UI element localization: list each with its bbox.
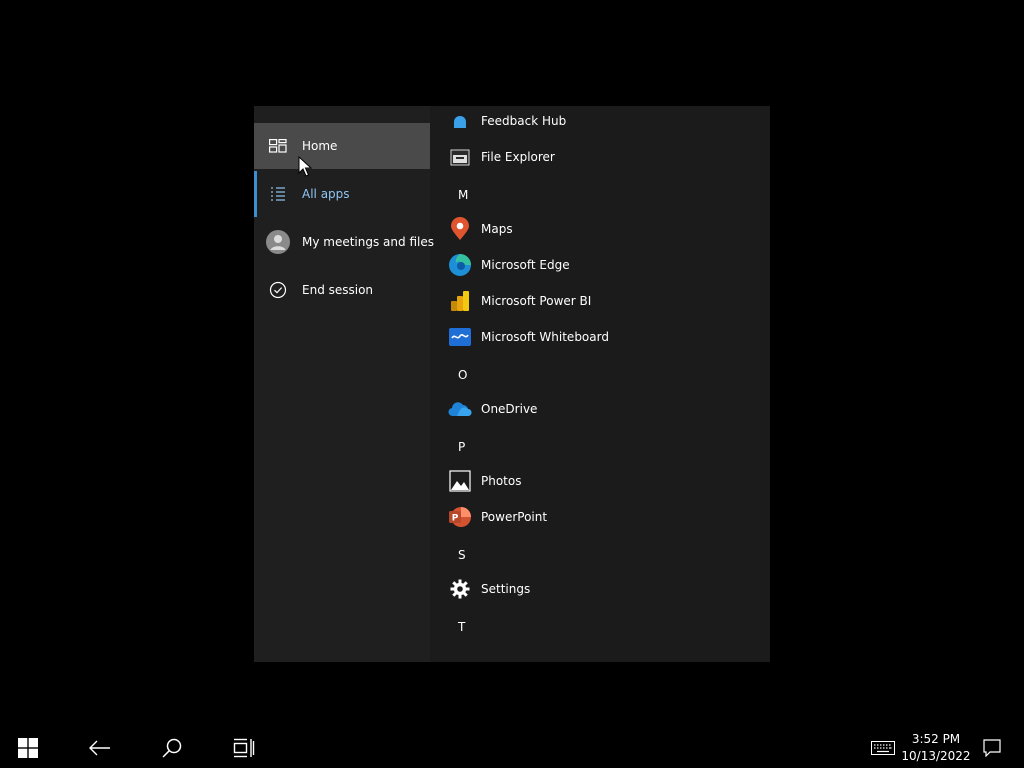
search-icon [162, 738, 182, 758]
home-icon [266, 134, 290, 158]
taskbar-clock[interactable]: 3:52 PM 10/13/2022 [898, 731, 974, 765]
person-icon [266, 230, 290, 254]
app-label: Feedback Hub [481, 114, 567, 128]
nav-label-my-meetings: My meetings and files [302, 235, 434, 249]
app-file-explorer[interactable]: File Explorer [448, 139, 748, 175]
back-arrow-icon [89, 740, 110, 756]
power-bi-icon [448, 289, 472, 313]
app-label: PowerPoint [481, 510, 548, 524]
mouse-cursor-icon [298, 156, 312, 177]
app-label: OneDrive [481, 402, 538, 416]
svg-text:P: P [452, 514, 459, 524]
action-center-button[interactable] [964, 728, 1020, 768]
nav-label-home: Home [302, 139, 338, 153]
clock-time: 3:52 PM [911, 732, 961, 746]
selected-accent-bar [254, 171, 257, 217]
photos-icon [448, 469, 472, 493]
app-feedback-hub[interactable]: Feedback Hub [448, 106, 748, 139]
app-powerpoint[interactable]: P PowerPoint [448, 499, 748, 535]
nav-item-my-meetings[interactable]: My meetings and files [254, 219, 434, 265]
onedrive-icon [448, 397, 472, 421]
app-onedrive[interactable]: OneDrive [448, 391, 748, 427]
app-label: Microsoft Power BI [481, 294, 592, 308]
whiteboard-icon [448, 325, 472, 349]
letter-header-t[interactable]: T [458, 620, 465, 634]
app-label: Settings [481, 582, 531, 596]
nav-item-all-apps[interactable]: All apps [254, 171, 430, 217]
task-view-icon [233, 738, 255, 758]
edge-icon [448, 253, 472, 277]
task-view-button[interactable] [216, 728, 272, 768]
start-nav: Home All apps My meetings and files End … [254, 106, 434, 662]
powerpoint-icon: P [448, 505, 472, 529]
start-panel: Home All apps My meetings and files End … [254, 106, 770, 662]
app-label: File Explorer [481, 150, 555, 164]
letter-header-o[interactable]: O [458, 368, 467, 382]
app-microsoft-whiteboard[interactable]: Microsoft Whiteboard [448, 319, 748, 355]
back-button[interactable] [72, 728, 128, 768]
check-circle-icon [266, 278, 290, 302]
notification-icon [983, 739, 1001, 757]
app-label: Microsoft Edge [481, 258, 570, 272]
app-photos[interactable]: Photos [448, 463, 748, 499]
taskbar: 3:52 PM 10/13/2022 [0, 728, 1024, 768]
nav-item-end-session[interactable]: End session [254, 267, 430, 313]
app-microsoft-edge[interactable]: Microsoft Edge [448, 247, 748, 283]
nav-item-home[interactable]: Home [254, 123, 430, 169]
keyboard-icon [871, 741, 895, 755]
search-button[interactable] [144, 728, 200, 768]
app-settings[interactable]: Settings [448, 571, 748, 607]
app-label: Photos [481, 474, 522, 488]
app-label: Microsoft Whiteboard [481, 330, 609, 344]
nav-label-all-apps: All apps [302, 187, 350, 201]
all-apps-list[interactable]: Feedback Hub File Explorer M Maps Micros… [430, 106, 770, 662]
letter-header-m[interactable]: M [458, 188, 468, 202]
letter-header-p[interactable]: P [458, 440, 465, 454]
letter-header-s[interactable]: S [458, 548, 466, 562]
file-explorer-icon [448, 145, 472, 169]
clock-date: 10/13/2022 [901, 749, 971, 763]
desktop: Home All apps My meetings and files End … [0, 0, 1024, 728]
feedback-hub-icon [448, 109, 472, 133]
start-button[interactable] [0, 728, 56, 768]
maps-icon [448, 217, 472, 241]
nav-label-end-session: End session [302, 283, 374, 297]
app-maps[interactable]: Maps [448, 211, 748, 247]
windows-start-icon [18, 738, 38, 758]
all-apps-icon [266, 182, 290, 206]
app-label: Maps [481, 222, 513, 236]
gear-icon [448, 577, 472, 601]
app-microsoft-power-bi[interactable]: Microsoft Power BI [448, 283, 748, 319]
